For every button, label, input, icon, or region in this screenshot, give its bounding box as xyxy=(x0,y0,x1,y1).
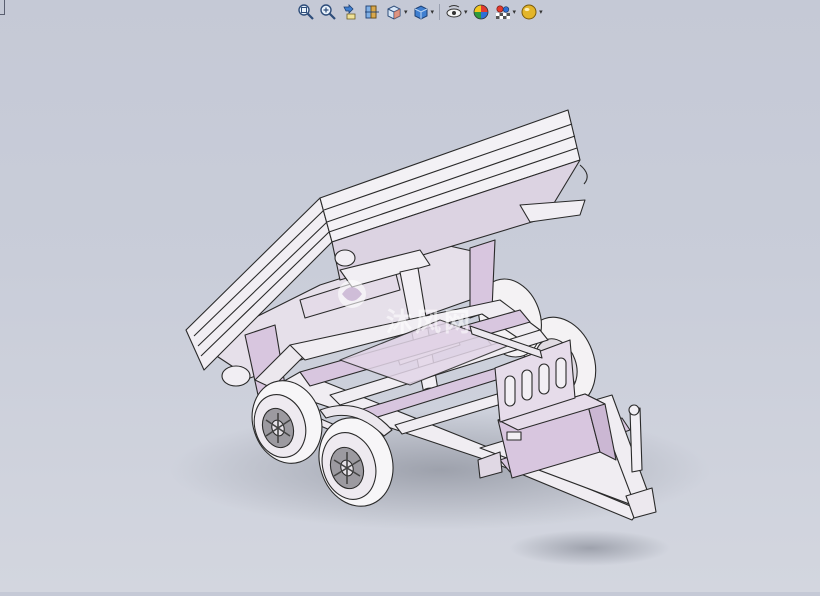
zoom-fit-icon xyxy=(298,4,314,20)
view-settings-dropdown-icon[interactable]: ▾ xyxy=(539,8,543,16)
view-orientation-dropdown-icon[interactable]: ▾ xyxy=(404,8,408,16)
previous-view-button[interactable] xyxy=(340,1,360,23)
zoom-to-fit-button[interactable] xyxy=(296,1,316,23)
display-style-button[interactable]: ▾ xyxy=(411,1,436,23)
viewport-corner-mark xyxy=(0,0,5,15)
display-style-icon xyxy=(414,5,428,20)
apply-scene-button[interactable]: ▾ xyxy=(493,1,518,23)
trailer-model-3d[interactable] xyxy=(0,24,820,592)
zoom-to-area-button[interactable] xyxy=(318,1,338,23)
view-settings-button[interactable]: ▾ xyxy=(519,1,544,23)
heads-up-view-toolbar: ▾ ▾ ▾ ▾ ▾ xyxy=(296,0,544,24)
apply-scene-dropdown-icon[interactable]: ▾ xyxy=(513,8,517,16)
zoom-area-icon xyxy=(320,4,336,20)
view-orientation-button[interactable]: ▾ xyxy=(384,1,409,23)
view-orientation-icon xyxy=(387,5,401,20)
section-view-button[interactable] xyxy=(362,1,382,23)
view-settings-icon xyxy=(521,4,537,20)
scene-icon xyxy=(495,5,510,19)
toolbar-separator xyxy=(439,4,441,20)
previous-view-icon xyxy=(343,4,356,20)
display-style-dropdown-icon[interactable]: ▾ xyxy=(431,8,435,16)
hide-show-items-button[interactable]: ▾ xyxy=(444,1,469,23)
hide-show-icon xyxy=(446,5,462,18)
hide-show-dropdown-icon[interactable]: ▾ xyxy=(464,8,468,16)
graphics-area[interactable]: 沐风网 xyxy=(0,24,820,592)
appearance-icon xyxy=(473,4,488,20)
drawbar-shadow xyxy=(510,530,670,566)
watermark-logo xyxy=(338,280,366,308)
section-view-icon xyxy=(365,5,379,19)
edit-appearance-button[interactable] xyxy=(471,1,491,23)
